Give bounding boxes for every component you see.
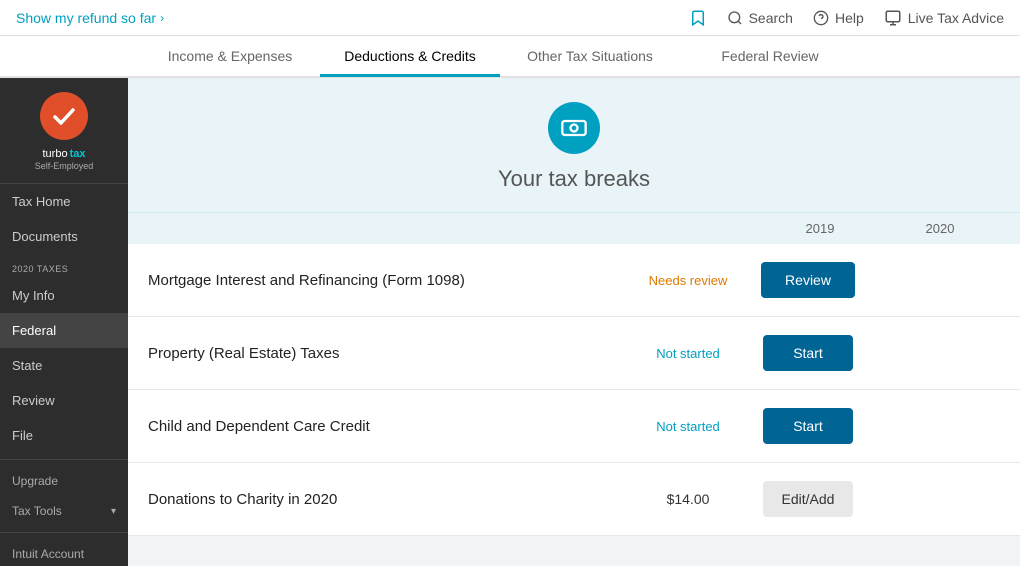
- sidebar-item-tax-tools[interactable]: Tax Tools ▾: [0, 496, 128, 526]
- refund-label: Show my refund so far: [16, 10, 156, 26]
- property-name: Property (Real Estate) Taxes: [148, 345, 628, 362]
- bookmark-icon: [689, 9, 707, 27]
- logo-turbo: turbo: [43, 148, 68, 160]
- property-action: Start: [748, 335, 868, 371]
- tax-icon-circle: [548, 102, 600, 154]
- sidebar-item-federal[interactable]: Federal: [0, 313, 128, 348]
- child-care-status: Not started: [628, 419, 748, 434]
- sidebar-item-file[interactable]: File: [0, 418, 128, 453]
- tab-other[interactable]: Other Tax Situations: [500, 37, 680, 77]
- sidebar-item-review[interactable]: Review: [0, 383, 128, 418]
- edit-add-button-donations[interactable]: Edit/Add: [763, 481, 853, 517]
- live-advice-action[interactable]: Live Tax Advice: [884, 9, 1004, 27]
- logo-checkmark: [40, 92, 88, 140]
- search-label: Search: [749, 10, 793, 26]
- chevron-right-icon: ›: [160, 11, 164, 25]
- tax-item-donations: Donations to Charity in 2020 $14.00 Edit…: [128, 463, 1020, 536]
- donations-action: Edit/Add: [748, 481, 868, 517]
- main-layout: turbo tax Self-Employed Tax Home Documen…: [0, 78, 1020, 566]
- donations-name: Donations to Charity in 2020: [148, 491, 628, 508]
- logo-subtitle: Self-Employed: [35, 161, 94, 171]
- help-label: Help: [835, 10, 864, 26]
- mortgage-status: Needs review: [628, 273, 748, 288]
- tax-tools-label: Tax Tools: [12, 504, 62, 518]
- main-content: Your tax breaks 2019 2020 Mortgage Inter…: [128, 78, 1020, 566]
- upgrade-label: Upgrade: [12, 474, 58, 488]
- year-header-row: 2019 2020: [128, 213, 1020, 244]
- sidebar-item-tax-home[interactable]: Tax Home: [0, 184, 128, 219]
- tax-item-mortgage: Mortgage Interest and Refinancing (Form …: [128, 244, 1020, 317]
- nav-tabs: Income & Expenses Deductions & Credits O…: [0, 36, 1020, 78]
- logo-brand: turbo tax: [43, 148, 86, 160]
- top-bar-right: Search Help Live Tax Advice: [689, 9, 1004, 27]
- tax-breaks-title: Your tax breaks: [148, 166, 1000, 192]
- live-advice-icon: [884, 9, 902, 27]
- year-2019: 2019: [760, 221, 880, 236]
- sidebar-item-documents[interactable]: Documents: [0, 219, 128, 254]
- help-icon: [813, 10, 829, 26]
- sidebar-item-my-info[interactable]: My Info: [0, 278, 128, 313]
- child-care-name: Child and Dependent Care Credit: [148, 418, 628, 435]
- tab-income[interactable]: Income & Expenses: [140, 37, 320, 77]
- tab-deductions[interactable]: Deductions & Credits: [320, 37, 500, 77]
- intuit-account-item[interactable]: Intuit Account: [0, 539, 128, 566]
- sidebar-divider-2: [0, 532, 128, 533]
- sidebar-item-upgrade[interactable]: Upgrade: [0, 466, 128, 496]
- top-bar-left: Show my refund so far ›: [16, 10, 164, 26]
- sidebar-section-label: 2020 TAXES: [0, 254, 128, 278]
- mortgage-name: Mortgage Interest and Refinancing (Form …: [148, 272, 628, 289]
- live-advice-label: Live Tax Advice: [908, 10, 1004, 26]
- donations-status: $14.00: [628, 491, 748, 507]
- year-2020: 2020: [880, 221, 1000, 236]
- logo-tax: tax: [70, 148, 86, 160]
- mortgage-action: Review: [748, 262, 868, 298]
- top-bar: Show my refund so far › Search Help: [0, 0, 1020, 36]
- sidebar-bottom: Upgrade Tax Tools ▾ Intuit Account: [0, 466, 128, 566]
- checkmark-icon: [50, 102, 78, 130]
- logo-text: turbo tax Self-Employed: [35, 148, 94, 171]
- year-cols: 2019 2020: [760, 221, 1000, 236]
- help-action[interactable]: Help: [813, 10, 864, 26]
- bookmark-action[interactable]: [689, 9, 707, 27]
- refund-link[interactable]: Show my refund so far ›: [16, 10, 164, 26]
- property-status: Not started: [628, 346, 748, 361]
- tax-item-child-care: Child and Dependent Care Credit Not star…: [128, 390, 1020, 463]
- tax-breaks-header: Your tax breaks: [128, 78, 1020, 213]
- tab-federal-review[interactable]: Federal Review: [680, 37, 860, 77]
- sidebar: turbo tax Self-Employed Tax Home Documen…: [0, 78, 128, 566]
- start-button-property[interactable]: Start: [763, 335, 853, 371]
- start-button-child-care[interactable]: Start: [763, 408, 853, 444]
- sidebar-item-state[interactable]: State: [0, 348, 128, 383]
- search-icon: [727, 10, 743, 26]
- search-action[interactable]: Search: [727, 10, 793, 26]
- child-care-action: Start: [748, 408, 868, 444]
- chevron-down-icon: ▾: [111, 506, 116, 517]
- sidebar-logo: turbo tax Self-Employed: [0, 78, 128, 184]
- money-icon: [560, 114, 588, 142]
- review-button-mortgage[interactable]: Review: [761, 262, 855, 298]
- intuit-account-label: Intuit Account: [12, 547, 84, 561]
- tax-item-property: Property (Real Estate) Taxes Not started…: [128, 317, 1020, 390]
- sidebar-divider: [0, 459, 128, 460]
